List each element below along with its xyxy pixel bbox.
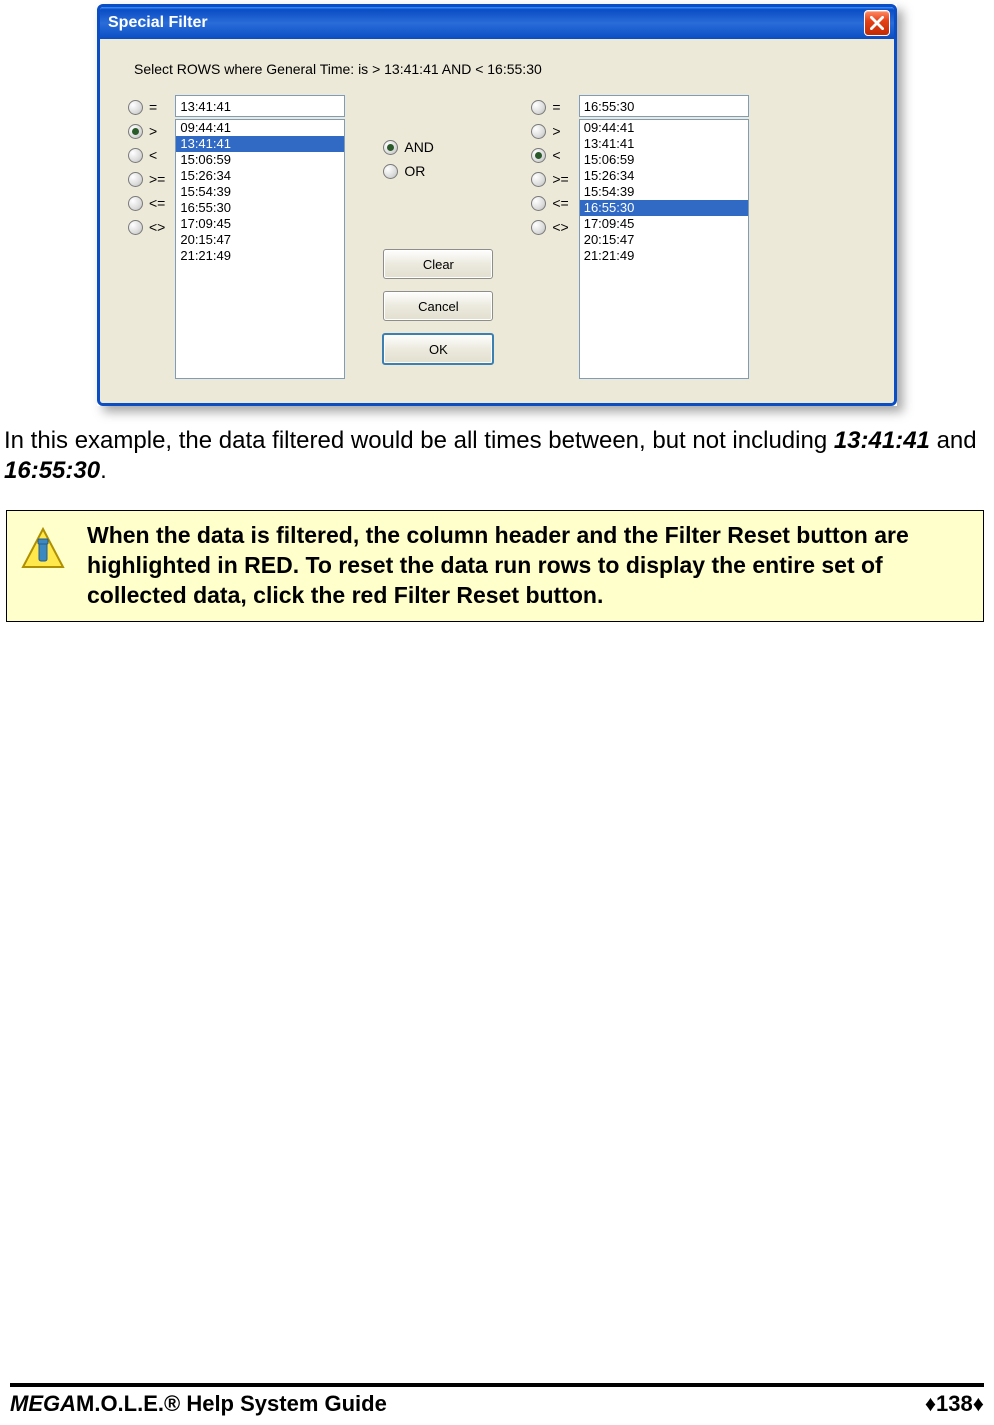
logic-radio-AND[interactable]: AND [383,135,434,159]
list-item[interactable]: 13:41:41 [580,136,748,152]
para-text-3: . [100,457,107,484]
time-value-1: 13:41:41 [834,427,930,454]
list-item[interactable]: 16:55:30 [176,200,344,216]
list-item[interactable]: 09:44:41 [580,120,748,136]
footer-title: MEGAM.O.L.E.® Help System Guide [10,1391,387,1417]
para-text-2: and [930,427,977,454]
dialog-screenshot: Special Filter Select ROWS where General… [97,0,897,406]
special-filter-dialog: Special Filter Select ROWS where General… [97,4,897,406]
right-op-radio-lteq[interactable]: <= [531,191,568,215]
logic-radio-OR[interactable]: OR [383,159,434,183]
right-op-radio-eq[interactable]: = [531,95,568,119]
list-item[interactable]: 17:09:45 [176,216,344,232]
left-op-radio-lteq[interactable]: <= [128,191,165,215]
list-item[interactable]: 15:54:39 [580,184,748,200]
page-number: ♦138♦ [925,1391,984,1417]
instruction-text: Select ROWS where General Time: is > 13:… [134,61,866,77]
list-item[interactable]: 15:06:59 [580,152,748,168]
center-controls: ANDOR Clear Cancel OK [363,95,513,371]
page-footer: MEGAM.O.L.E.® Help System Guide ♦138♦ [0,1383,994,1417]
left-op-radio-eq[interactable]: = [128,95,165,119]
list-item[interactable]: 15:26:34 [580,168,748,184]
left-filter-block: =><>=<=<> 09:44:4113:41:4115:06:5915:26:… [128,95,345,379]
left-op-radio-ltgt[interactable]: <> [128,215,165,239]
left-value-list[interactable]: 09:44:4113:41:4115:06:5915:26:3415:54:39… [175,119,345,379]
list-item[interactable]: 09:44:41 [176,120,344,136]
left-op-radio-gteq[interactable]: >= [128,167,165,191]
right-filter-block: =><>=<=<> 09:44:4113:41:4115:06:5915:26:… [531,95,748,379]
list-item[interactable]: 21:21:49 [176,248,344,264]
list-item[interactable]: 15:54:39 [176,184,344,200]
tip-note-box: When the data is filtered, the column he… [6,510,984,622]
ok-button[interactable]: OK [382,333,494,365]
para-text-1: In this example, the data filtered would… [4,427,834,454]
list-item[interactable]: 21:21:49 [580,248,748,264]
left-value-input[interactable] [175,95,345,117]
tip-icon [21,527,65,578]
tip-text: When the data is filtered, the column he… [87,521,969,611]
left-op-radio-lt[interactable]: < [128,143,165,167]
right-value-list[interactable]: 09:44:4113:41:4115:06:5915:26:3415:54:39… [579,119,749,379]
right-op-radio-gt[interactable]: > [531,119,568,143]
cancel-button[interactable]: Cancel [383,291,493,321]
right-value-input[interactable] [579,95,749,117]
list-item[interactable]: 13:41:41 [176,136,344,152]
dialog-title: Special Filter [108,14,864,32]
time-value-2: 16:55:30 [4,457,100,484]
right-op-radio-gteq[interactable]: >= [531,167,568,191]
list-item[interactable]: 15:06:59 [176,152,344,168]
close-icon[interactable] [864,10,890,36]
list-item[interactable]: 15:26:34 [176,168,344,184]
left-op-radio-gt[interactable]: > [128,119,165,143]
clear-button[interactable]: Clear [383,249,493,279]
right-op-radio-lt[interactable]: < [531,143,568,167]
example-paragraph: In this example, the data filtered would… [4,426,984,486]
list-item[interactable]: 20:15:47 [176,232,344,248]
right-op-radio-ltgt[interactable]: <> [531,215,568,239]
list-item[interactable]: 16:55:30 [580,200,748,216]
title-bar[interactable]: Special Filter [100,7,894,39]
list-item[interactable]: 17:09:45 [580,216,748,232]
list-item[interactable]: 20:15:47 [580,232,748,248]
